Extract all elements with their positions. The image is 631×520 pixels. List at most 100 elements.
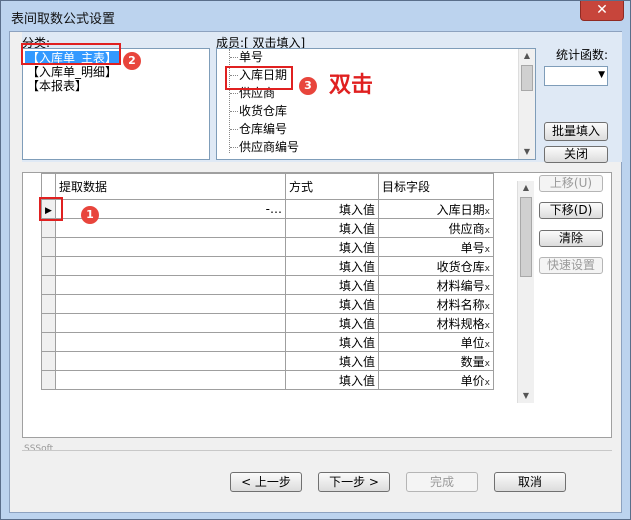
target-cell[interactable]: 入库日期x <box>378 199 494 219</box>
table-row[interactable]: 填入值 收货仓库x <box>41 256 494 276</box>
annotation-badge: 1 <box>81 206 99 224</box>
table-row[interactable]: 填入值 单位x <box>41 332 494 352</box>
delete-icon[interactable]: x <box>485 340 490 350</box>
method-cell[interactable]: 填入值 <box>285 351 379 371</box>
row-selector[interactable] <box>41 332 56 352</box>
grid-scrollbar[interactable]: ▲ ▼ <box>517 181 534 403</box>
ellipsis-button[interactable]: -… <box>266 202 282 216</box>
row-selector[interactable] <box>41 294 56 314</box>
next-button[interactable]: 下一步 > <box>318 472 390 492</box>
batch-fill-button[interactable]: 批量填入 <box>544 122 608 141</box>
delete-icon[interactable]: x <box>485 302 490 312</box>
target-cell[interactable]: 单位x <box>378 332 494 352</box>
annotation-note: 双击 <box>329 73 374 98</box>
tree-connector <box>230 111 238 112</box>
method-cell[interactable]: 填入值 <box>285 256 379 276</box>
extract-cell[interactable] <box>55 275 286 295</box>
table-row[interactable]: 填入值 材料名称x <box>41 294 494 314</box>
delete-icon[interactable]: x <box>485 245 490 255</box>
member-item[interactable]: 供应商编号 <box>239 140 299 155</box>
extract-cell[interactable] <box>55 256 286 276</box>
scroll-down-icon[interactable]: ▼ <box>519 145 535 159</box>
table-row[interactable]: ▶ -… 填入值 入库日期x <box>41 199 494 219</box>
close-icon: ✕ <box>596 2 608 18</box>
scroll-thumb[interactable] <box>520 197 532 277</box>
extract-cell[interactable] <box>55 313 286 333</box>
scroll-down-icon[interactable]: ▼ <box>518 389 534 403</box>
method-cell[interactable]: 填入值 <box>285 294 379 314</box>
target-cell[interactable]: 收货仓库x <box>378 256 494 276</box>
extract-cell[interactable] <box>55 237 286 257</box>
category-item[interactable]: 【本报表】 <box>25 79 89 93</box>
table-row[interactable]: 填入值 数量x <box>41 351 494 371</box>
tree-connector <box>229 49 230 153</box>
target-field: 单价 <box>460 373 485 388</box>
target-cell[interactable]: 材料编号x <box>378 275 494 295</box>
delete-icon[interactable]: x <box>485 207 490 217</box>
row-selector[interactable] <box>41 237 56 257</box>
delete-icon[interactable]: x <box>485 378 490 388</box>
target-cell[interactable]: 材料规格x <box>378 313 494 333</box>
close-button[interactable]: 关闭 <box>544 146 608 163</box>
method-cell[interactable]: 填入值 <box>285 332 379 352</box>
prev-button[interactable]: < 上一步 <box>230 472 302 492</box>
target-cell[interactable]: 单价x <box>378 370 494 390</box>
method-cell[interactable]: 填入值 <box>285 370 379 390</box>
extract-cell[interactable] <box>55 351 286 371</box>
table-row[interactable]: 填入值 材料规格x <box>41 313 494 333</box>
method-cell[interactable]: 填入值 <box>285 218 379 238</box>
extract-cell[interactable] <box>55 294 286 314</box>
scroll-thumb[interactable] <box>521 65 533 91</box>
member-item[interactable]: 单号 <box>239 50 263 65</box>
move-down-button[interactable]: 下移(D) <box>539 202 603 219</box>
method-cell[interactable]: 填入值 <box>285 313 379 333</box>
members-scrollbar[interactable]: ▲ ▼ <box>518 49 535 159</box>
target-cell[interactable]: 单号x <box>378 237 494 257</box>
annotation-box-row <box>39 197 63 221</box>
quick-setup-button[interactable]: 快速设置 <box>539 257 603 274</box>
move-up-button[interactable]: 上移(U) <box>539 175 603 192</box>
extract-cell[interactable] <box>55 370 286 390</box>
delete-icon[interactable]: x <box>485 283 490 293</box>
tree-connector <box>230 57 238 58</box>
table-row[interactable]: 填入值 材料编号x <box>41 275 494 295</box>
annotation-box-member <box>225 66 293 90</box>
category-item[interactable]: 【入库单_明细】 <box>25 65 119 79</box>
divider <box>22 450 612 451</box>
delete-icon[interactable]: x <box>485 264 490 274</box>
cancel-button[interactable]: 取消 <box>494 472 566 492</box>
method-cell[interactable]: 填入值 <box>285 199 379 219</box>
delete-icon[interactable]: x <box>485 226 490 236</box>
row-selector[interactable] <box>41 370 56 390</box>
row-selector[interactable] <box>41 275 56 295</box>
method-cell[interactable]: 填入值 <box>285 275 379 295</box>
members-list[interactable]: 单号 入库日期 供应商 收货仓库 仓库编号 供应商编号 ▲ ▼ <box>216 48 536 160</box>
close-window-button[interactable]: ✕ <box>580 1 624 21</box>
column-header-method[interactable]: 方式 <box>285 173 379 200</box>
extract-cell[interactable] <box>55 332 286 352</box>
finish-button[interactable]: 完成 <box>406 472 478 492</box>
column-header-extract[interactable]: 提取数据 <box>55 173 286 200</box>
scroll-up-icon[interactable]: ▲ <box>519 49 535 63</box>
method-cell[interactable]: 填入值 <box>285 237 379 257</box>
stat-func-select[interactable]: ▼ <box>544 66 608 86</box>
row-selector[interactable] <box>41 256 56 276</box>
delete-icon[interactable]: x <box>485 321 490 331</box>
target-cell[interactable]: 数量x <box>378 351 494 371</box>
delete-icon[interactable]: x <box>485 359 490 369</box>
row-selector[interactable] <box>41 351 56 371</box>
row-selector[interactable] <box>41 313 56 333</box>
column-header-target[interactable]: 目标字段 <box>378 173 494 200</box>
table-row[interactable]: 填入值 供应商x <box>41 218 494 238</box>
member-item[interactable]: 收货仓库 <box>239 104 287 119</box>
table-row[interactable]: 填入值 单价x <box>41 370 494 390</box>
row-selector[interactable] <box>41 218 56 238</box>
member-item[interactable]: 仓库编号 <box>239 122 287 137</box>
table-row[interactable]: 填入值 单号x <box>41 237 494 257</box>
target-cell[interactable]: 供应商x <box>378 218 494 238</box>
target-cell[interactable]: 材料名称x <box>378 294 494 314</box>
clear-button[interactable]: 清除 <box>539 230 603 247</box>
grid-header-row: 提取数据 方式 目标字段 <box>41 173 494 200</box>
target-field: 材料编号 <box>436 278 485 293</box>
scroll-up-icon[interactable]: ▲ <box>518 181 534 195</box>
